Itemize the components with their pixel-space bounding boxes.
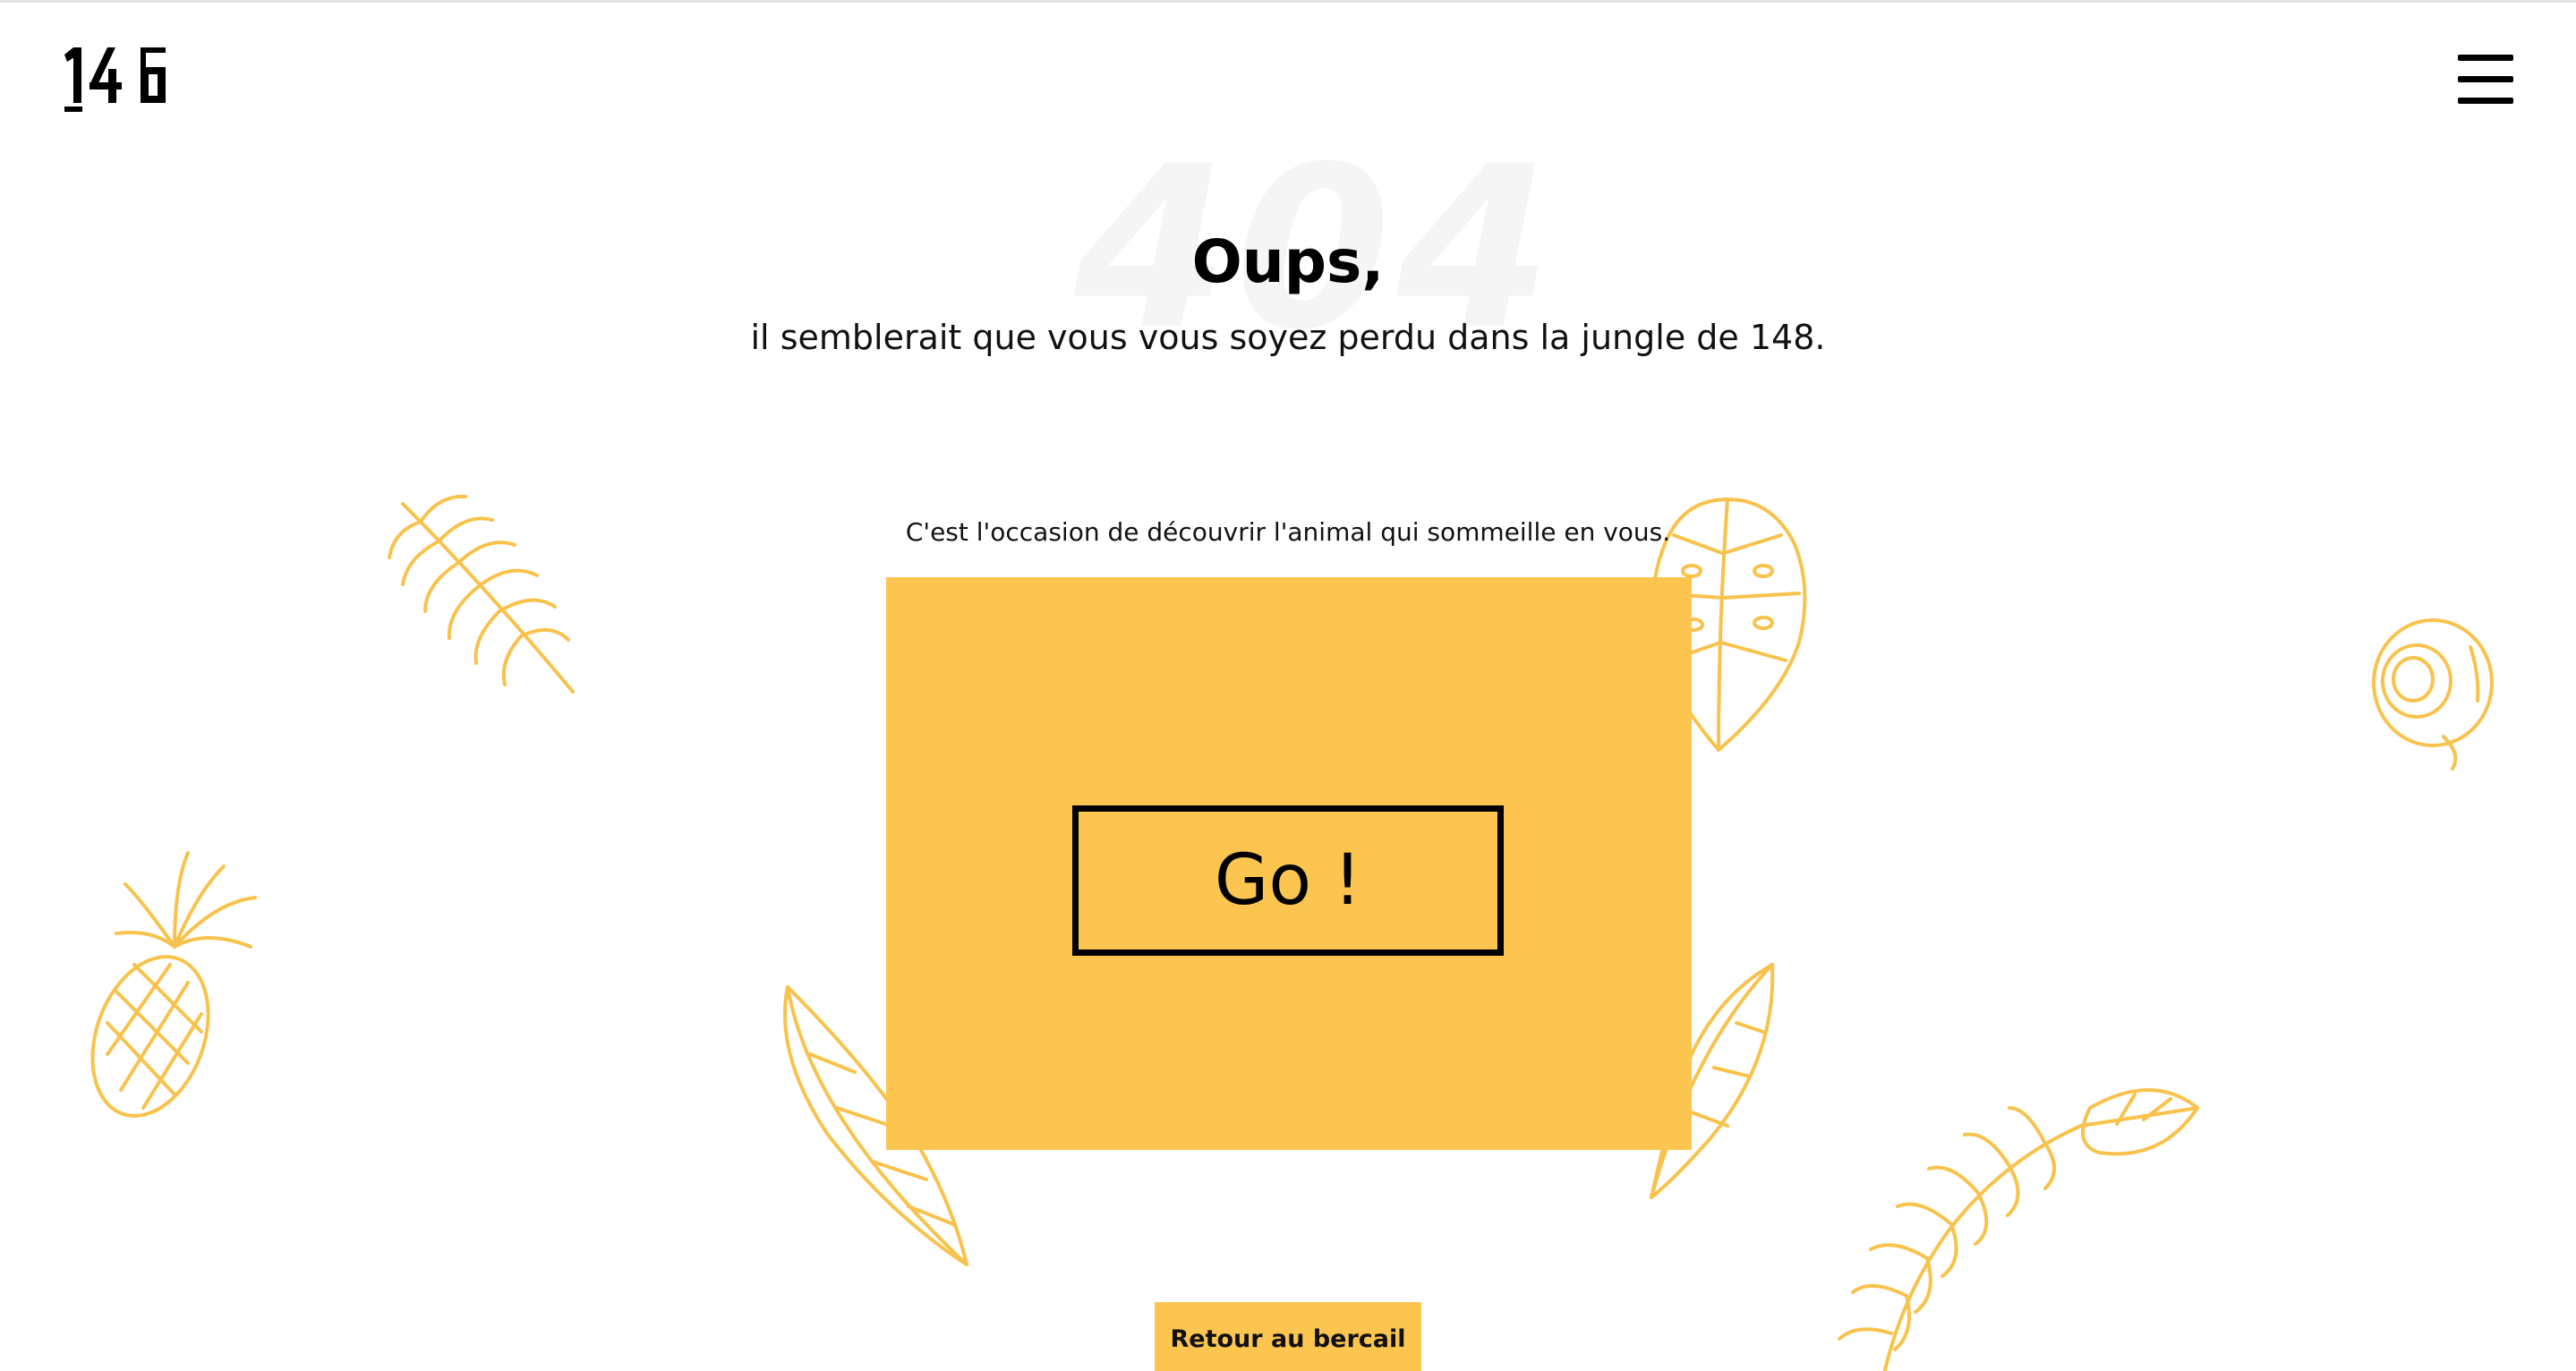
coconut-icon — [2372, 618, 2494, 771]
game-panel: Go ! — [886, 577, 1692, 1150]
game-intro-text: C'est l'occasion de découvrir l'animal q… — [905, 517, 1671, 547]
hamburger-menu-icon-bar — [2458, 55, 2513, 61]
hamburger-menu-icon-bar — [2458, 76, 2513, 82]
logo-148[interactable] — [64, 40, 170, 112]
menu-button[interactable] — [2458, 53, 2515, 106]
page-subtitle: il semblerait que vous vous soyez perdu … — [750, 318, 1826, 357]
page-title: Oups, — [1191, 227, 1385, 296]
error-page: 404 Oups, il semblerait que vous vous so… — [0, 0, 2576, 1371]
pineapple-icon — [90, 851, 257, 1118]
fern-branch-icon — [1838, 1088, 2199, 1371]
hamburger-menu-icon-bar — [2458, 98, 2513, 104]
return-home-button[interactable]: Retour au bercail — [1155, 1302, 1421, 1371]
go-button[interactable]: Go ! — [1072, 805, 1504, 956]
